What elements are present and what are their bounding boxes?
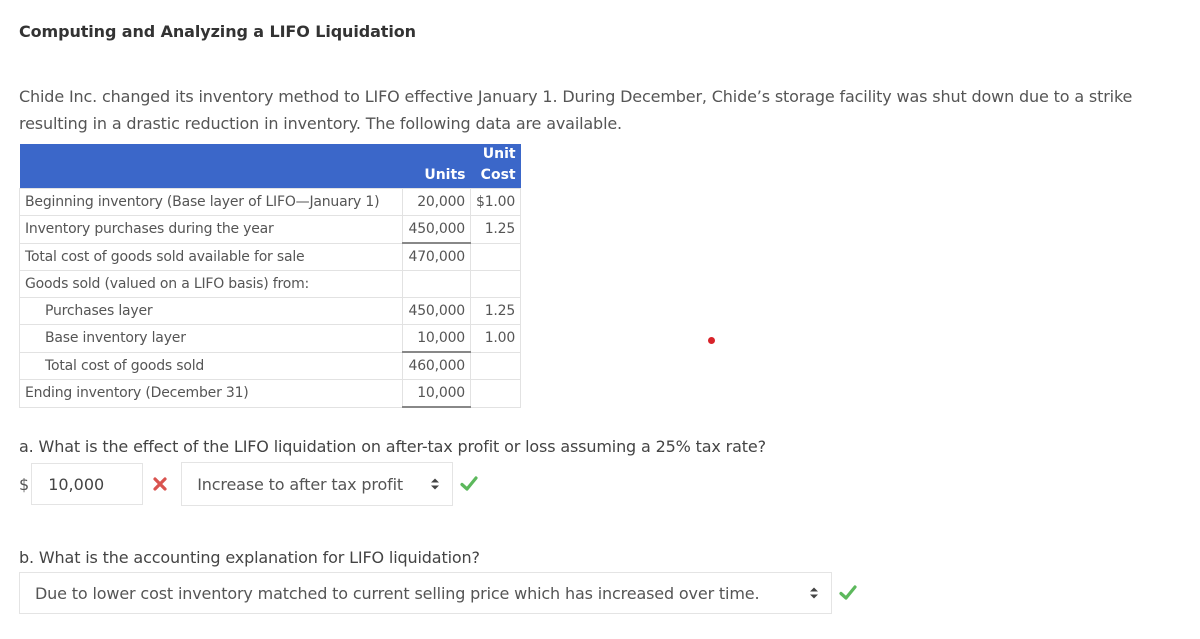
row-unit-cost: $1.00 [469,188,522,216]
inventory-data-table: Units Unit Cost Beginning inventory (Bas… [19,144,522,408]
problem-intro: Chide Inc. changed its inventory method … [19,87,1133,133]
header-label [19,144,403,189]
header-units: Units [402,144,471,189]
row-units: 10,000 [402,379,471,408]
row-label: Total cost of goods sold [19,351,403,380]
row-units: 460,000 [402,351,471,380]
page-title: Computing and Analyzing a LIFO Liquidati… [19,22,416,41]
row-unit-cost [469,242,522,271]
accounting-explanation-select-value: Due to lower cost inventory matched to c… [35,583,760,603]
table-row: Purchases layer 450,000 1.25 [19,297,522,325]
select-updown-icon [431,478,440,490]
row-unit-cost: 1.00 [469,324,522,353]
row-unit-cost: 1.25 [469,215,522,244]
accounting-explanation-select[interactable]: Due to lower cost inventory matched to c… [19,572,832,614]
after-tax-effect-select-value: Increase to after tax profit [197,474,404,494]
table-row: Ending inventory (December 31) 10,000 [19,379,522,408]
row-units: 450,000 [402,215,471,244]
question-a-answer-row: $ 10,000 Increase to after tax profit [19,462,479,506]
correct-check-icon [460,476,478,491]
row-unit-cost [469,379,522,408]
currency-symbol: $ [19,474,30,494]
select-updown-icon [810,587,818,599]
row-label: Purchases layer [19,297,403,325]
question-b-text: b. What is the accounting explanation fo… [19,548,480,567]
table-row: Goods sold (valued on a LIFO basis) from… [19,270,522,298]
table-row: Base inventory layer 10,000 1.00 [19,324,522,353]
after-tax-effect-amount-input[interactable]: 10,000 [31,463,144,505]
header-unit-cost-line1: Unit [482,146,516,162]
correct-check-icon [839,585,857,600]
incorrect-x-icon [148,472,172,496]
table-header-row: Units Unit Cost [19,144,521,189]
row-label: Total cost of goods sold available for s… [19,242,403,271]
row-units [402,270,471,298]
row-units: 20,000 [402,188,471,216]
row-unit-cost [469,351,522,380]
row-units: 470,000 [402,242,471,271]
table-row: Inventory purchases during the year 450,… [19,215,522,244]
table-row: Total cost of goods sold available for s… [19,242,522,271]
red-marker-dot [708,337,715,344]
table-row: Beginning inventory (Base layer of LIFO—… [19,188,522,216]
table-row: Total cost of goods sold 460,000 [19,351,522,380]
row-units: 450,000 [402,297,471,325]
row-label: Beginning inventory (Base layer of LIFO—… [19,188,403,216]
row-label: Base inventory layer [19,324,403,353]
header-unit-cost: Unit Cost [470,144,521,189]
header-unit-cost-line2: Cost [480,167,516,183]
row-label: Goods sold (valued on a LIFO basis) from… [19,270,403,298]
question-a-text: a. What is the effect of the LIFO liquid… [19,437,766,456]
row-unit-cost [469,270,522,298]
row-units: 10,000 [402,324,471,353]
after-tax-effect-select[interactable]: Increase to after tax profit [181,462,454,506]
row-unit-cost: 1.25 [469,297,522,325]
row-label: Ending inventory (December 31) [19,379,403,408]
question-b-answer-row: Due to lower cost inventory matched to c… [19,572,858,614]
row-label: Inventory purchases during the year [19,215,403,244]
